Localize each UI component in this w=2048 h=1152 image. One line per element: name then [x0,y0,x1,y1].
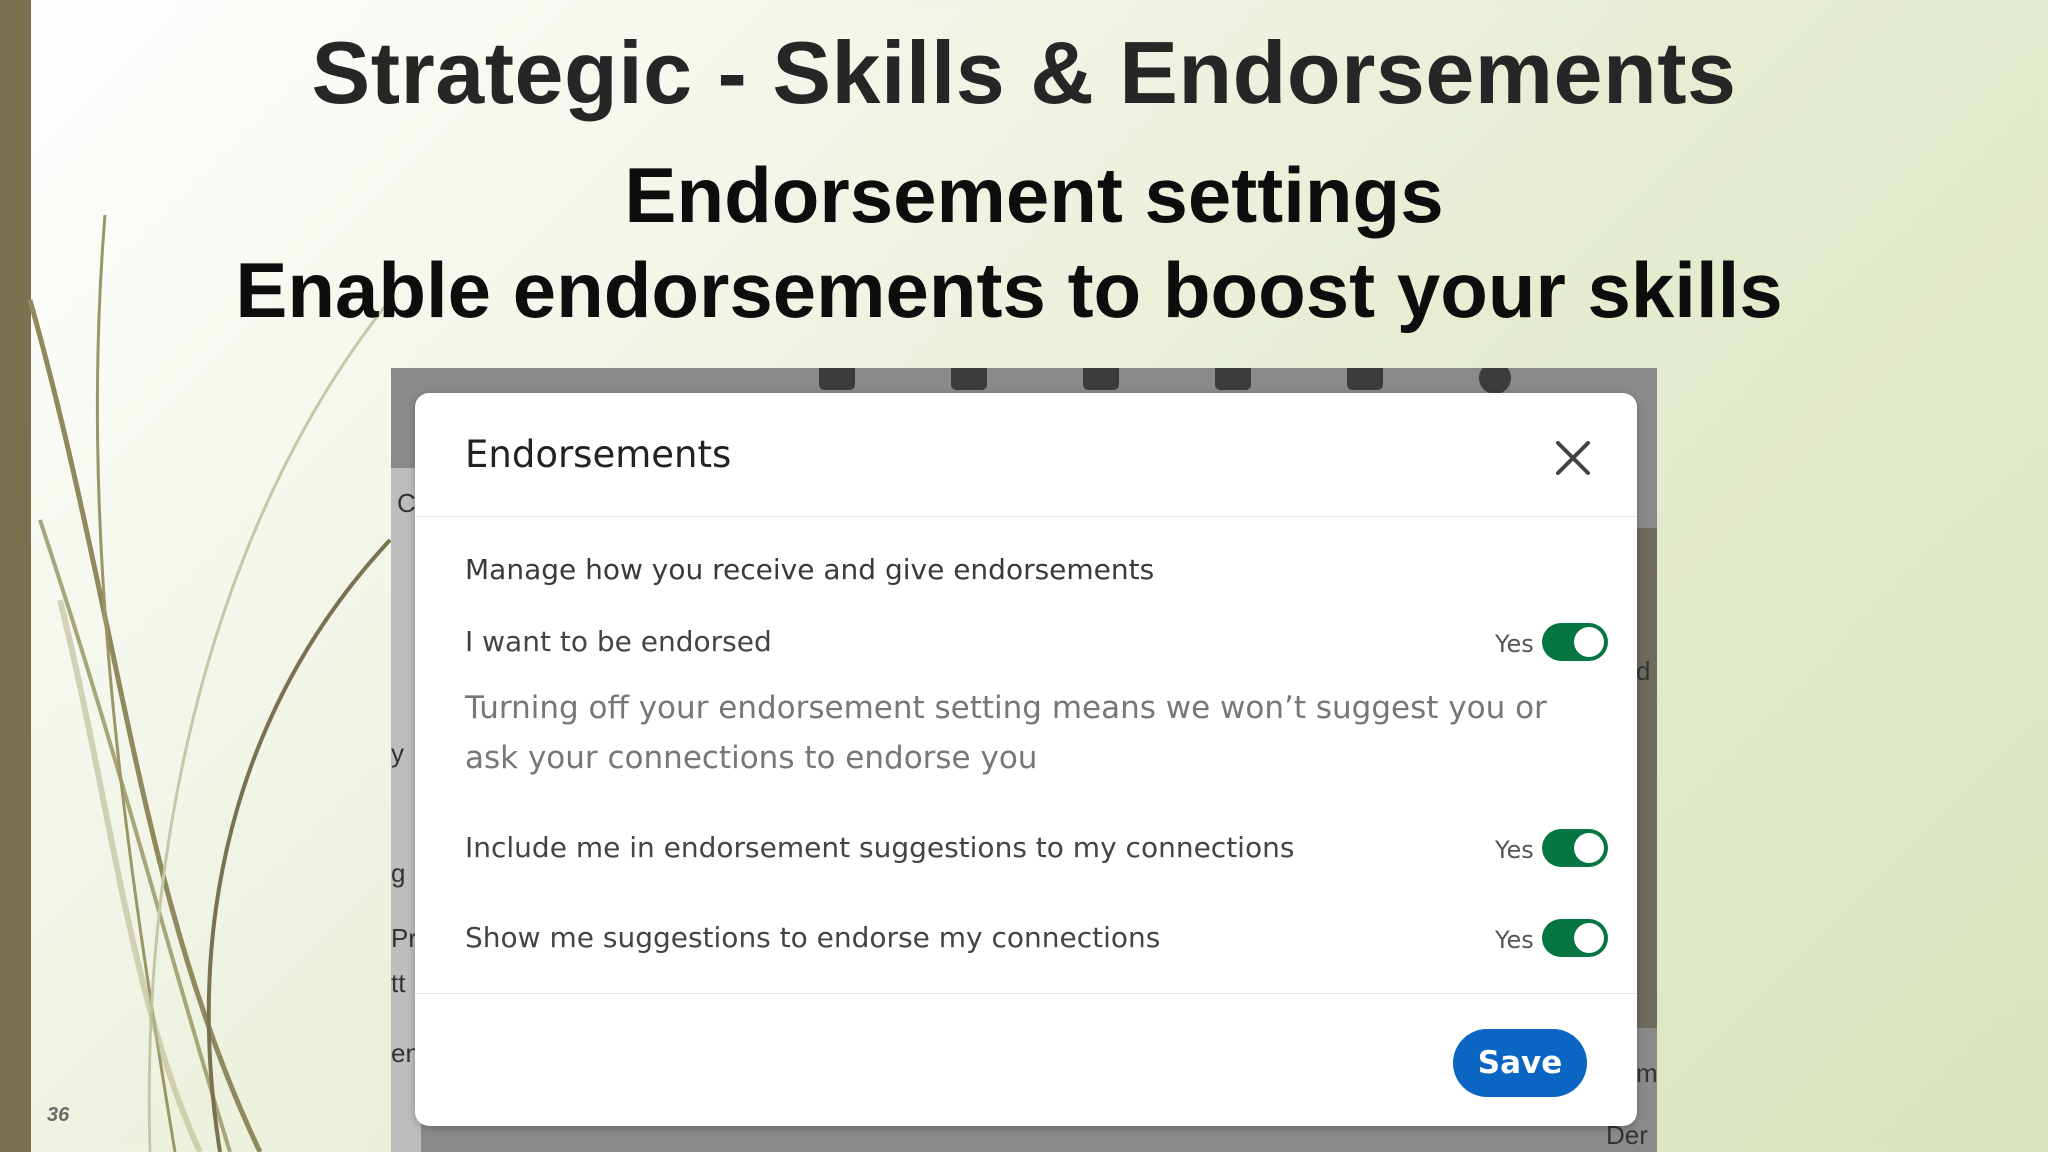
close-icon [1556,441,1590,475]
toggle-include-in-suggestions[interactable] [1542,829,1608,867]
slide-tagline: Enable endorsements to boost your skills [235,246,1783,334]
toggle-knob [1574,923,1604,953]
setting-help-text: Turning off your endorsement setting mea… [465,690,1547,776]
setting-state-include-in-suggestions: Yes [1495,836,1534,864]
setting-state-be-endorsed: Yes [1495,630,1534,658]
toggle-show-suggestions[interactable] [1542,919,1608,957]
setting-label-show-suggestions: Show me suggestions to endorse my connec… [465,921,1161,954]
dialog-intro-text: Manage how you receive and give endorsem… [465,553,1155,586]
dialog-title: Endorsements [465,433,732,476]
background-text: Pr [391,923,417,953]
background-text: m [1636,1058,1657,1088]
dialog-footer-divider [415,993,1637,994]
close-button[interactable] [1548,433,1598,483]
network-icon [951,368,987,390]
background-text: y [391,738,404,768]
save-button[interactable]: Save [1453,1029,1587,1097]
slide-number: 36 [47,1104,70,1126]
notifications-icon [1347,368,1383,390]
slide-subtitle: Endorsement settings [624,151,1444,239]
background-text: g [391,858,406,888]
background-panel [1637,528,1657,1028]
messaging-icon [1215,368,1251,390]
setting-label-be-endorsed: I want to be endorsed [465,625,772,658]
jobs-icon [1083,368,1119,390]
toggle-be-endorsed[interactable] [1542,623,1608,661]
home-icon [819,368,855,390]
toggle-knob [1574,627,1604,657]
toggle-knob [1574,833,1604,863]
setting-label-include-in-suggestions: Include me in endorsement suggestions to… [465,831,1295,864]
dialog-header: Endorsements [415,393,1637,517]
background-text: tt [391,968,406,998]
setting-state-show-suggestions: Yes [1495,926,1534,954]
background-text: C [397,488,416,518]
avatar [1479,368,1511,394]
background-text: d [1636,656,1651,686]
endorsements-dialog: Endorsements Manage how you receive and … [415,393,1637,1126]
slide-title: Strategic - Skills & Endorsements [311,23,1737,122]
